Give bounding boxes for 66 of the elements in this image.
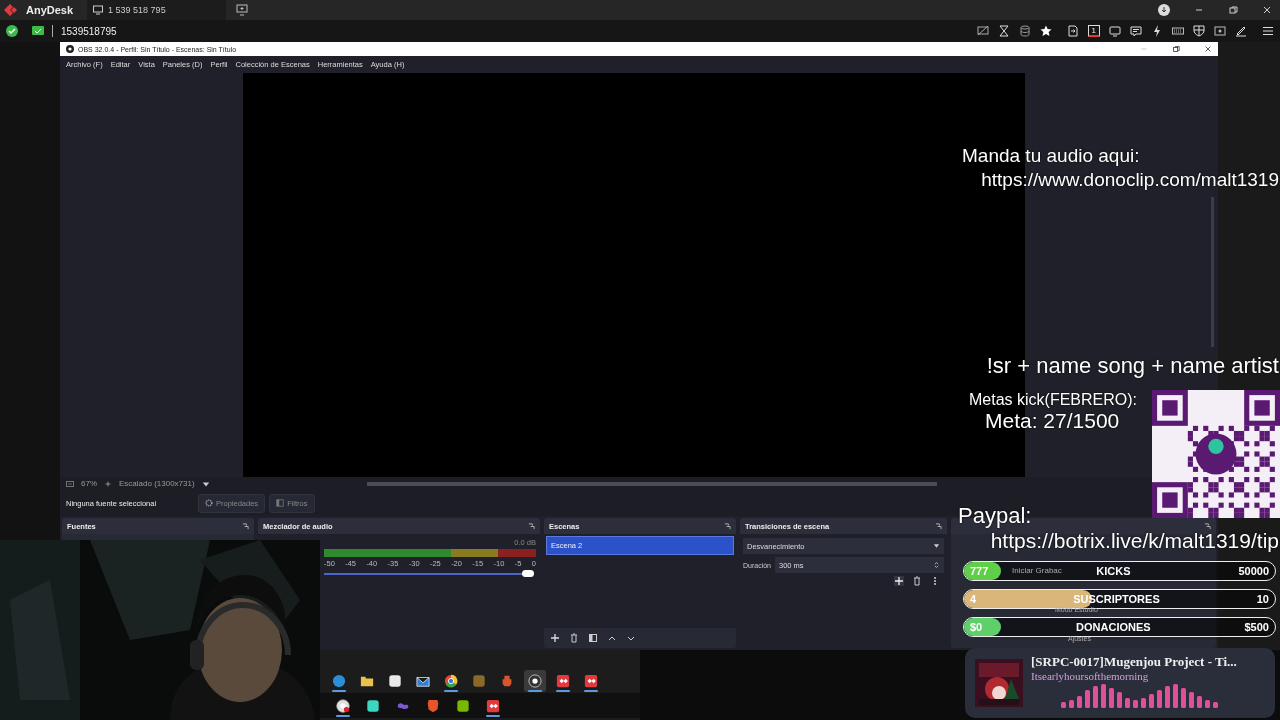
- monitor-icon: [32, 25, 44, 37]
- monitor-select-button[interactable]: 1: [1087, 25, 1100, 37]
- goal-current: 4: [970, 593, 977, 605]
- undock-icon[interactable]: [242, 522, 249, 530]
- zoom-level: 67%: [81, 479, 97, 488]
- diamond-logo-icon: [4, 4, 20, 16]
- shield-icon[interactable]: [1193, 25, 1205, 37]
- keyboard-icon[interactable]: [1172, 25, 1184, 37]
- caret-icon[interactable]: [201, 479, 210, 488]
- new-tab-icon[interactable]: [235, 4, 248, 16]
- undock-icon[interactable]: [528, 522, 535, 530]
- zoom-in-icon[interactable]: [104, 479, 112, 488]
- screen-icon[interactable]: [1109, 25, 1121, 37]
- scrollbar-thumb[interactable]: [366, 481, 937, 486]
- app-logo-icon: [66, 45, 74, 53]
- filter-icon[interactable]: [588, 633, 598, 643]
- session-tab[interactable]: 1 539 518 795: [87, 0, 226, 20]
- goal-label: KICKS: [1096, 565, 1131, 577]
- undock-icon[interactable]: [935, 522, 942, 530]
- goal-current: 777: [970, 565, 989, 577]
- overlay-text: Meta: 27/1500: [985, 409, 1120, 433]
- overlay-text: Manda tu audio aqui:: [962, 145, 1140, 167]
- goal-label: DONACIONES: [1076, 621, 1151, 633]
- file-transfer-icon[interactable]: [1066, 25, 1079, 37]
- overlay-text: Paypal:: [958, 503, 1032, 529]
- filter-icon: [276, 499, 285, 507]
- trash-icon[interactable]: [912, 576, 922, 586]
- maximize-icon[interactable]: [1228, 5, 1238, 15]
- app-name: AnyDesk: [26, 4, 74, 16]
- goal-target: 10: [1256, 593, 1269, 605]
- undock-icon[interactable]: [724, 522, 731, 530]
- slider-thumb[interactable]: [521, 570, 534, 577]
- goal-current: $0: [970, 621, 983, 633]
- pen-icon[interactable]: [1235, 25, 1247, 37]
- menu-icon[interactable]: [1262, 25, 1274, 37]
- gear-icon: [205, 499, 213, 507]
- display-off-icon[interactable]: [976, 25, 989, 37]
- lightning-icon[interactable]: [1151, 25, 1163, 37]
- overlay-text: Metas kick(FEBRERO):: [969, 391, 1137, 409]
- trash-icon[interactable]: [569, 633, 579, 643]
- control-button-label[interactable]: Iniciar Grabac: [1012, 566, 1062, 575]
- check-icon: [6, 25, 18, 37]
- song-title: [SRPC-0017]Mugenjou Project - Ti...: [1031, 654, 1237, 670]
- caret-icon: [933, 542, 940, 550]
- goal-target: 50000: [1238, 565, 1269, 577]
- spinner-arrows-icon[interactable]: [933, 561, 940, 569]
- song-artist: Itsearlyhoursofthemorning: [1031, 670, 1150, 682]
- database-icon[interactable]: [1018, 25, 1031, 37]
- add-icon[interactable]: [550, 633, 560, 643]
- zoom-out-icon[interactable]: [66, 479, 74, 488]
- screenshot-icon[interactable]: [1214, 25, 1226, 37]
- undock-icon[interactable]: [1204, 522, 1211, 530]
- scale-dropdown[interactable]: Escalado (1300x731): [119, 479, 195, 488]
- chat-icon[interactable]: [1130, 25, 1142, 37]
- close-icon[interactable]: [1204, 45, 1212, 53]
- maximize-icon[interactable]: [1172, 45, 1180, 53]
- record-icon[interactable]: [524, 669, 546, 692]
- volume-slider[interactable]: [324, 570, 536, 578]
- hourglass-icon[interactable]: [997, 25, 1010, 37]
- download-icon[interactable]: [1158, 4, 1170, 16]
- goal-target: $500: [1244, 621, 1269, 633]
- address-field[interactable]: 1539518795: [61, 25, 117, 37]
- monitor-icon: [93, 5, 104, 15]
- star-icon[interactable]: [1039, 25, 1052, 37]
- overlay-text: !sr + name song + name artist: [986, 353, 1279, 379]
- add-icon[interactable]: [894, 576, 904, 586]
